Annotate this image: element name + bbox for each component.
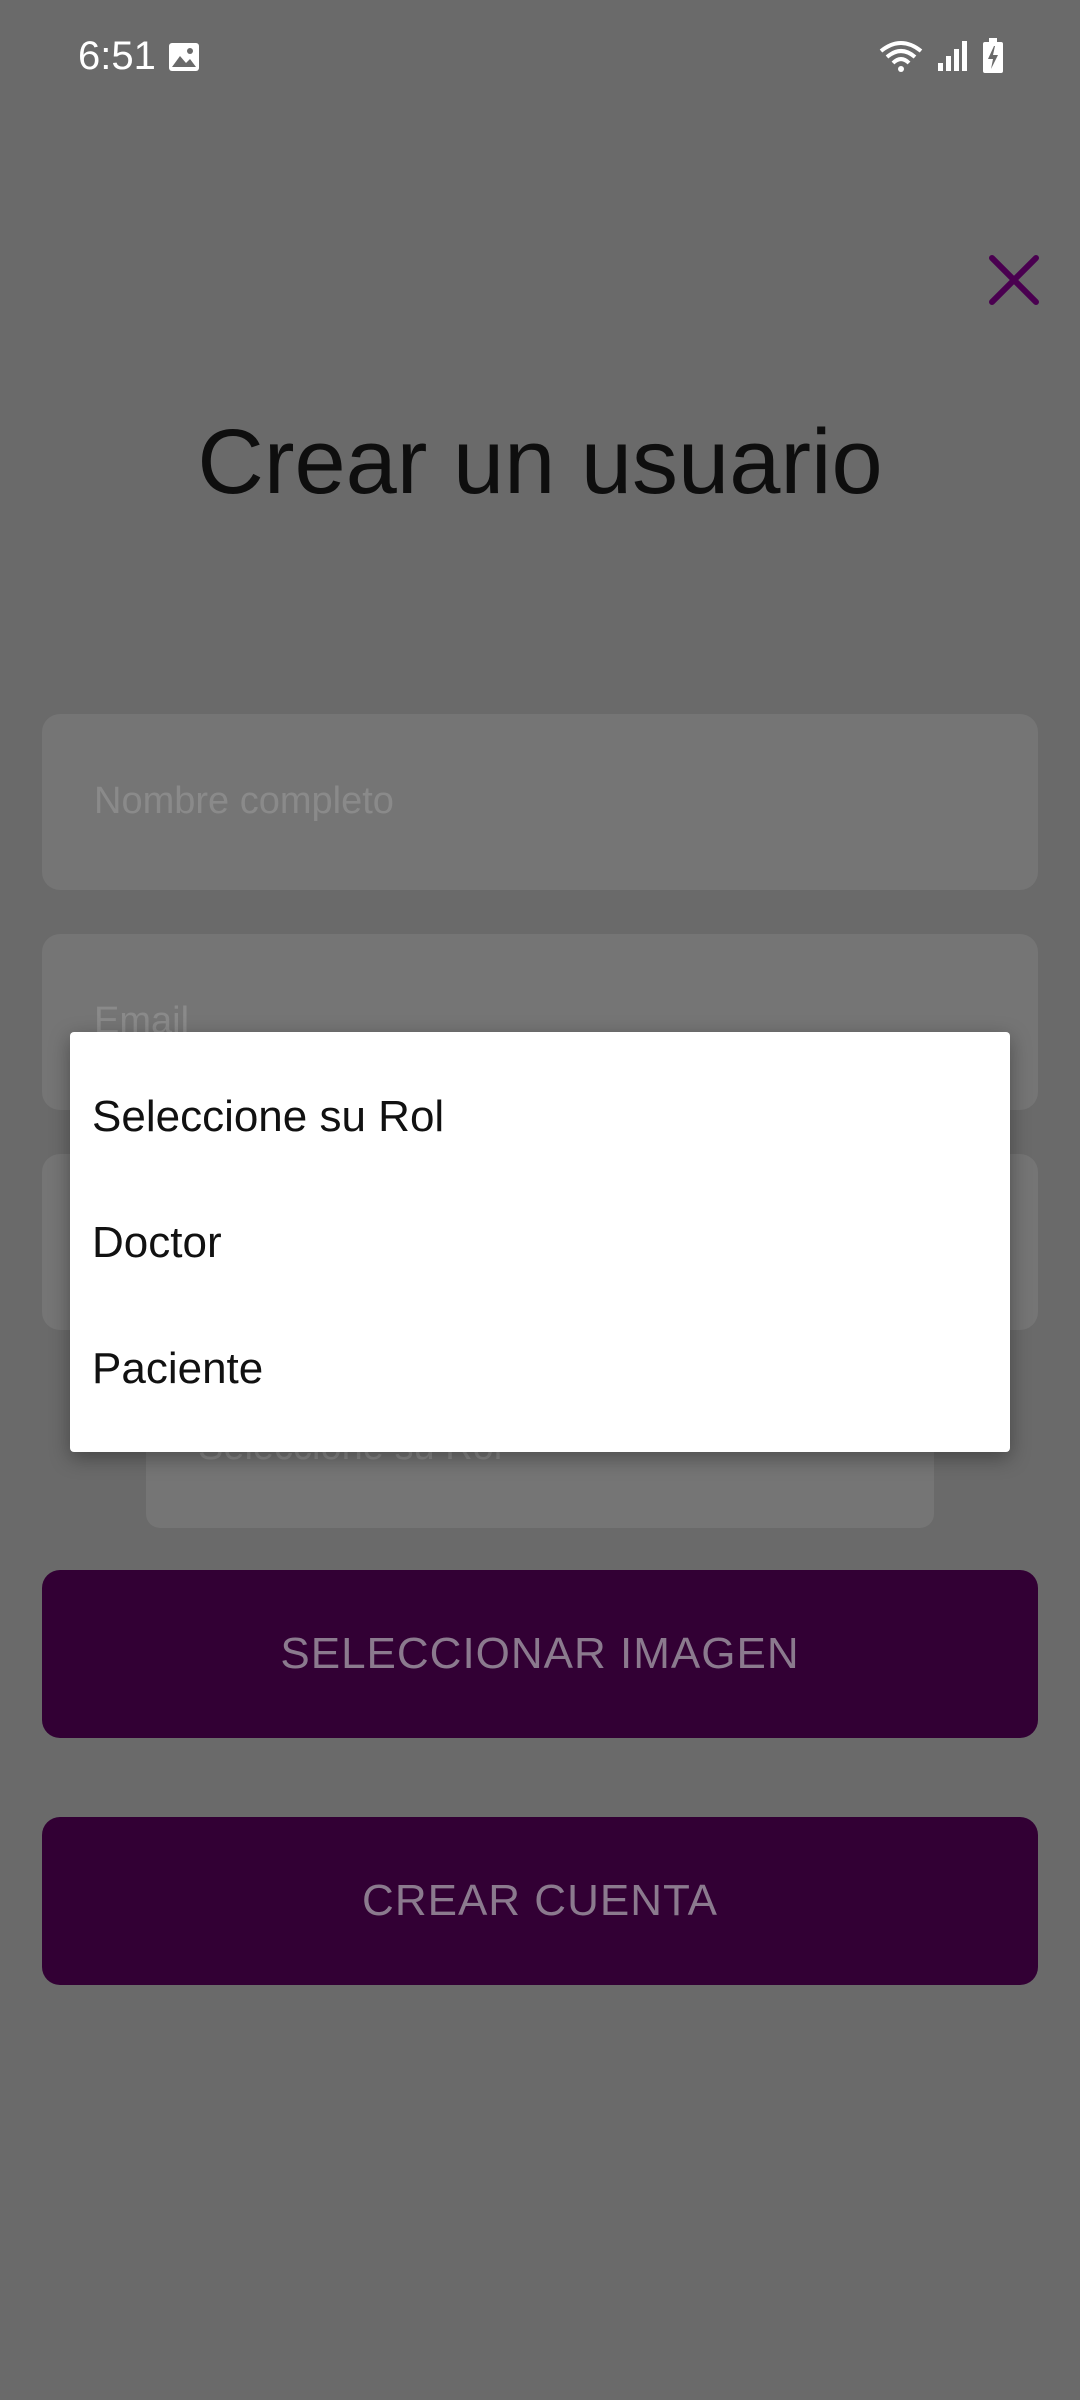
create-account-button[interactable]: CREAR CUENTA xyxy=(42,1817,1038,1985)
status-bar: 6:51 xyxy=(0,0,1080,120)
close-icon[interactable] xyxy=(984,250,1044,310)
role-option-placeholder[interactable]: Seleccione su Rol xyxy=(92,1092,444,1142)
status-icons xyxy=(878,38,1004,74)
role-option-paciente[interactable]: Paciente xyxy=(92,1344,263,1394)
wifi-icon xyxy=(879,41,923,72)
select-image-button[interactable]: SELECCIONAR IMAGEN xyxy=(42,1570,1038,1738)
full-name-field[interactable]: Nombre completo xyxy=(42,714,1038,890)
role-dropdown-menu: Seleccione su Rol Doctor Paciente xyxy=(70,1032,1010,1452)
full-name-placeholder: Nombre completo xyxy=(94,780,394,822)
signal-icon xyxy=(938,41,967,71)
role-option-doctor[interactable]: Doctor xyxy=(92,1218,222,1268)
status-time: 6:51 xyxy=(78,34,156,78)
image-icon xyxy=(169,43,199,71)
page-title: Crear un usuario xyxy=(197,411,883,513)
battery-icon xyxy=(983,38,1003,73)
